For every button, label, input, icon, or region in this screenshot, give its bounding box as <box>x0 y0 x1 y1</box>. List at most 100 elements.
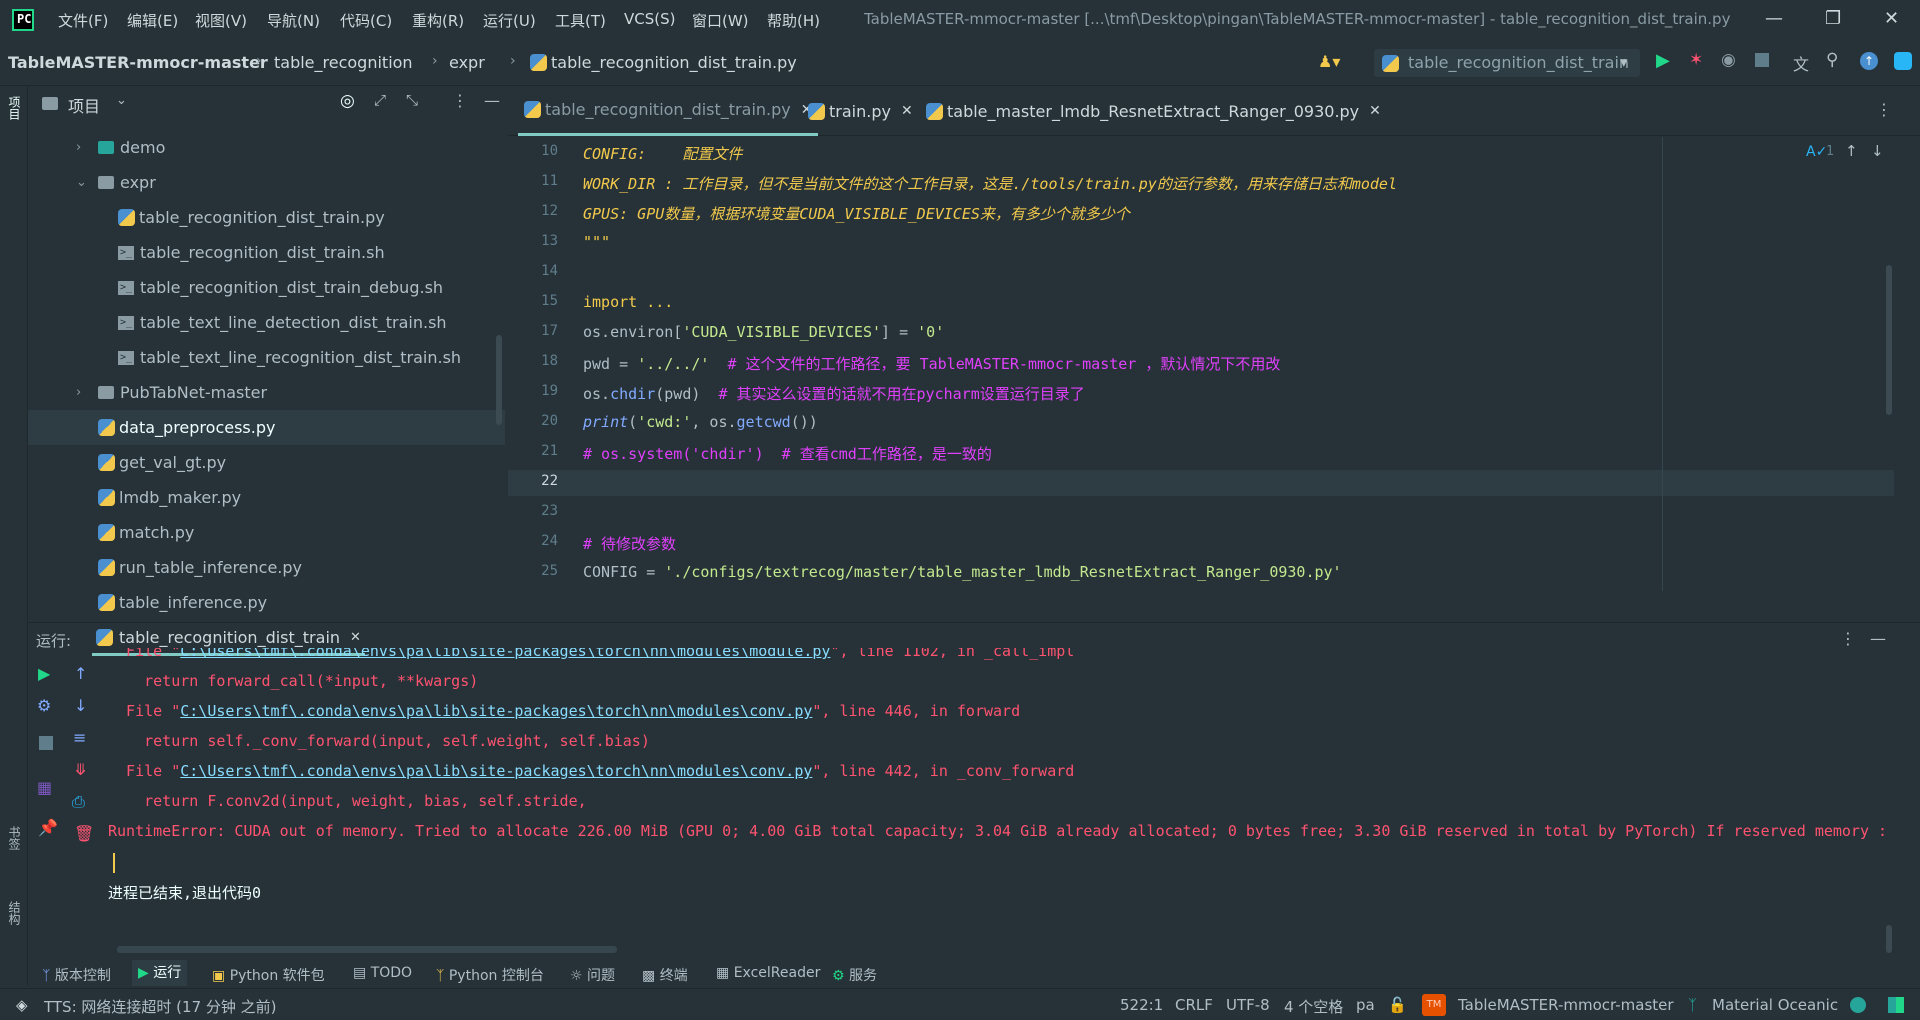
stop-icon[interactable] <box>39 736 53 750</box>
more-options-icon[interactable]: ⋮ <box>452 91 468 110</box>
menu-edit[interactable]: 编辑(E) <box>127 10 178 31</box>
hide-panel-icon[interactable]: — <box>1870 629 1886 648</box>
menu-file[interactable]: 文件(F) <box>58 10 108 31</box>
unlock-icon[interactable]: 🔓 <box>1388 996 1407 1014</box>
tool-window-excelreader[interactable]: ▦ ExcelReader <box>716 965 820 981</box>
file-encoding[interactable]: UTF-8 <box>1226 996 1270 1014</box>
menu-tools[interactable]: 工具(T) <box>555 10 606 31</box>
coverage-icon[interactable]: ◉ <box>1721 50 1736 70</box>
more-options-icon[interactable]: ⋮ <box>1840 629 1856 648</box>
tree-folder-demo[interactable]: › demo <box>28 130 505 165</box>
settings-icon[interactable]: ⚙ <box>37 696 51 715</box>
users-icon[interactable]: ♟▾ <box>1318 52 1340 71</box>
target-icon[interactable]: ◎ <box>340 91 355 111</box>
tool-window-python-packages[interactable]: ▣ Python 软件包 <box>212 965 325 985</box>
windows-grid-icon[interactable] <box>1888 997 1904 1013</box>
chevron-down-icon[interactable]: ⌄ <box>116 93 127 108</box>
tree-folder-pubtabnet[interactable]: › PubTabNet-master <box>28 375 505 410</box>
debug-icon[interactable]: ✶ <box>1689 50 1703 70</box>
arrow-up-icon[interactable]: ↑ <box>74 664 87 683</box>
layers-icon[interactable]: ◈ <box>16 996 28 1014</box>
console-vertical-scrollbar[interactable] <box>1886 925 1892 953</box>
more-tabs-icon[interactable]: ⋮ <box>1876 100 1892 119</box>
restore-icon[interactable]: ❐ <box>1825 8 1841 29</box>
console-file-link[interactable]: C:\Users\tmf\.conda\envs\pa\lib\site-pac… <box>180 648 830 660</box>
update-icon[interactable]: ↑ <box>1860 52 1878 70</box>
tool-window-terminal[interactable]: ▩ 终端 <box>642 965 688 985</box>
tab-train[interactable]: train.py ✕ <box>808 86 913 136</box>
tree-file[interactable]: match.py <box>28 515 505 550</box>
rerun-icon[interactable]: ▶ <box>38 664 50 683</box>
line-separator[interactable]: CRLF <box>1175 996 1213 1014</box>
tool-window-run[interactable]: ▶ 运行 <box>132 960 188 986</box>
console-file-link[interactable]: C:\Users\tmf\.conda\envs\pa\lib\site-pac… <box>180 702 812 720</box>
tree-file[interactable]: >_ table_recognition_dist_train_debug.sh <box>28 270 505 305</box>
tree-file-selected[interactable]: data_preprocess.py <box>28 410 505 445</box>
project-name[interactable]: TableMASTER-mmocr-master <box>1458 996 1674 1014</box>
scroll-to-end-icon[interactable]: ⤋ <box>74 760 87 779</box>
run-config-selector[interactable]: table_recognition_dist_train ▾ <box>1374 49 1640 77</box>
menu-vcs[interactable]: VCS(S) <box>624 10 675 28</box>
status-message[interactable]: TTS: 网络连接超时 (17 分钟 之前) <box>44 996 277 1017</box>
tab-table-master-config[interactable]: table_master_lmdb_ResnetExtract_Ranger_0… <box>926 86 1381 136</box>
indent-setting[interactable]: 4 个空格 <box>1284 996 1343 1017</box>
python-interpreter[interactable]: pa <box>1356 996 1375 1014</box>
project-panel-title[interactable]: 项目 <box>68 93 100 117</box>
tree-folder-expr[interactable]: ⌄ expr <box>28 165 505 200</box>
soft-wrap-icon[interactable]: ≡ <box>73 728 86 747</box>
project-scrollbar[interactable] <box>496 335 502 425</box>
search-icon[interactable]: ⚲ <box>1826 50 1838 70</box>
hide-panel-icon[interactable]: — <box>484 91 500 110</box>
breadcrumb-item[interactable]: table_recognition <box>274 53 413 72</box>
console-file-link[interactable]: C:\Users\tmf\.conda\envs\pa\lib\site-pac… <box>180 762 812 780</box>
tree-file[interactable]: >_ table_recognition_dist_train.sh <box>28 235 505 270</box>
tree-file[interactable]: run_table_inference.py <box>28 550 505 585</box>
status-indicator-icon[interactable] <box>1850 997 1866 1013</box>
code-editor[interactable]: CONFIG: 配置文件 WORK_DIR : 工作目录，但不是当前文件的这个工… <box>568 137 1898 591</box>
menu-run[interactable]: 运行(U) <box>483 10 536 31</box>
project-tool-window-button[interactable]: 项目 <box>6 96 23 120</box>
breadcrumb-item[interactable]: expr <box>449 53 485 72</box>
tool-window-todo[interactable]: ▤ TODO <box>353 965 412 981</box>
expand-all-icon[interactable]: ⤢ <box>374 91 386 109</box>
translate-icon[interactable]: 文 <box>1793 51 1809 75</box>
tree-file[interactable]: lmdb_maker.py <box>28 480 505 515</box>
menu-help[interactable]: 帮助(H) <box>767 10 820 31</box>
menu-view[interactable]: 视图(V) <box>195 10 247 31</box>
menu-code[interactable]: 代码(C) <box>340 10 392 31</box>
assistant-icon[interactable] <box>1894 52 1912 70</box>
tree-file[interactable]: >_ table_text_line_recognition_dist_train… <box>28 340 505 375</box>
collapse-all-icon[interactable]: ⤡ <box>406 91 418 109</box>
menu-navigate[interactable]: 导航(N) <box>267 10 320 31</box>
tool-window-python-console[interactable]: ᛉ Python 控制台 <box>436 965 544 985</box>
bookmarks-tool-window-button[interactable]: 书签 <box>6 826 23 850</box>
tree-file[interactable]: table_recognition_dist_train.py <box>28 200 505 235</box>
menu-refactor[interactable]: 重构(R) <box>412 10 464 31</box>
minimize-icon[interactable]: — <box>1765 8 1783 29</box>
close-tab-icon[interactable]: ✕ <box>901 103 913 119</box>
tool-window-services[interactable]: ⚙ 服务 <box>832 965 877 985</box>
stop-icon[interactable] <box>1755 53 1769 67</box>
tab-table-recognition-dist-train[interactable]: table_recognition_dist_train.py ✕ <box>518 86 819 136</box>
menu-window[interactable]: 窗口(W) <box>692 10 749 31</box>
tree-file[interactable]: table_inference.py <box>28 585 505 620</box>
console-output[interactable]: File "C:\Users\tmf\.conda\envs\pa\lib\si… <box>108 648 1898 940</box>
pin-icon[interactable]: 📌 <box>38 818 58 837</box>
close-icon[interactable]: ✕ <box>1884 8 1899 29</box>
tree-file[interactable]: >_ table_text_line_detection_dist_train.s… <box>28 305 505 340</box>
run-icon[interactable]: ▶ <box>1656 50 1670 71</box>
theme-name[interactable]: Material Oceanic <box>1712 996 1838 1014</box>
print-icon[interactable]: ⎙ <box>72 792 85 812</box>
trash-icon[interactable]: 🗑 <box>74 824 94 843</box>
tool-window-problems[interactable]: ☼ 问题 <box>570 965 615 985</box>
arrow-down-icon[interactable]: ↓ <box>74 696 87 715</box>
tree-file[interactable]: get_val_gt.py <box>28 445 505 480</box>
caret-position[interactable]: 522:1 <box>1120 996 1163 1014</box>
close-tab-icon[interactable]: ✕ <box>1369 103 1381 119</box>
layout-icon[interactable]: ▦ <box>37 778 52 797</box>
close-tab-icon[interactable]: ✕ <box>350 630 361 645</box>
console-horizontal-scrollbar[interactable] <box>117 946 617 953</box>
structure-tool-window-button[interactable]: 结构 <box>6 901 23 925</box>
breadcrumb-project[interactable]: TableMASTER-mmocr-master <box>8 53 268 72</box>
tool-window-version-control[interactable]: ᛉ 版本控制 <box>42 965 111 985</box>
